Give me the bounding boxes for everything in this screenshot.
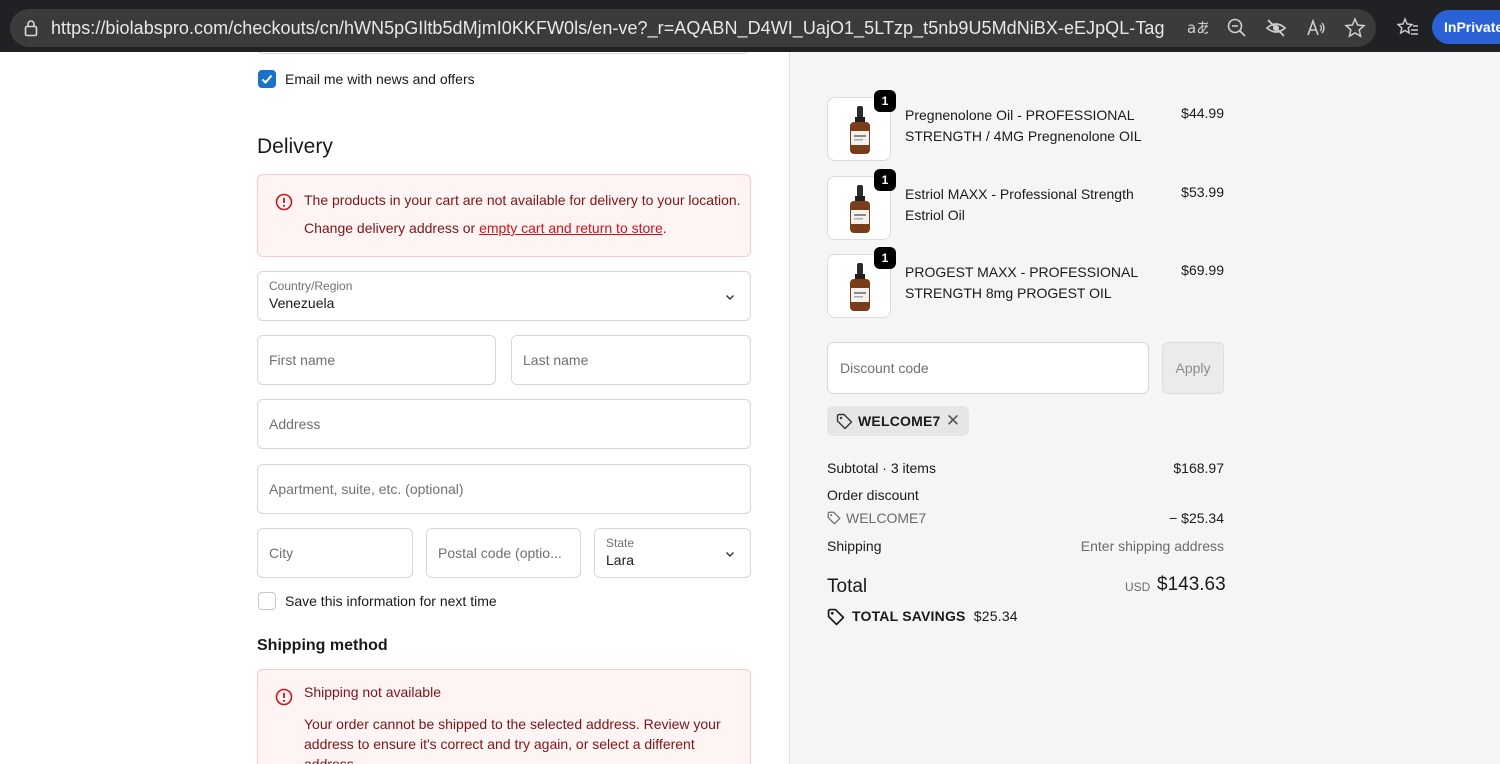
cart-item: 1 Estriol MAXX - Professional Strength Es… <box>827 169 1224 240</box>
total-savings-text: TOTAL SAVINGS $25.34 <box>852 608 1018 624</box>
item-price: $44.99 <box>1181 105 1224 121</box>
tag-icon <box>827 608 845 626</box>
order-discount-label: Order discount <box>827 487 919 503</box>
delivery-alert-suffix: . <box>662 220 667 236</box>
address-bar[interactable]: https://biolabspro.com/checkouts/cn/hWN5… <box>10 9 1376 47</box>
address-field[interactable]: Address <box>257 399 751 449</box>
item-name: PROGEST MAXX - PROFESSIONAL STRENGTH 8mg … <box>905 262 1145 304</box>
order-summary: 1 Pregnenolone Oil - PROFESSIONAL STRENGT… <box>789 52 1500 764</box>
item-name-line1: Estriol MAXX - Professional Strength <box>905 186 1134 202</box>
total-savings-label: TOTAL SAVINGS <box>852 608 966 624</box>
email-field[interactable] <box>257 52 750 54</box>
country-label: Country/Region <box>269 279 353 293</box>
chevron-down-icon <box>726 295 734 300</box>
save-info-label: Save this information for next time <box>285 593 497 609</box>
item-price: $53.99 <box>1181 184 1224 200</box>
total-value: $143.63 <box>1157 574 1226 595</box>
item-name-line2: STRENGTH 8mg PROGEST OIL <box>905 285 1112 301</box>
total-savings-value: $25.34 <box>973 608 1018 624</box>
remove-discount-icon[interactable]: ✕ <box>945 411 961 431</box>
shipping-error-alert: Shipping not available Your order cannot… <box>257 669 751 764</box>
country-select[interactable]: Country/Region Venezuela <box>257 271 751 321</box>
inprivate-button[interactable]: InPrivate <box>1432 10 1500 44</box>
quantity-badge: 1 <box>874 90 896 112</box>
apartment-field[interactable]: Apartment, suite, etc. (optional) <box>257 464 751 514</box>
url-text[interactable]: https://biolabspro.com/checkouts/cn/hWN5… <box>51 18 1165 39</box>
svg-text:aあ: aあ <box>1187 19 1208 37</box>
postal-code-placeholder: Postal code (optio... <box>438 545 562 561</box>
error-icon <box>275 193 293 211</box>
checkmark-icon <box>261 74 273 84</box>
postal-code-field[interactable]: Postal code (optio... <box>426 528 581 578</box>
last-name-placeholder: Last name <box>523 352 589 368</box>
subtotal-value: $168.97 <box>1173 460 1224 476</box>
discount-code-summary: WELCOME7 <box>846 510 927 526</box>
shipping-value: Enter shipping address <box>1080 538 1224 554</box>
first-name-placeholder: First name <box>269 352 336 368</box>
immersive-reader-icon[interactable] <box>1305 17 1327 39</box>
browser-toolbar: https://biolabspro.com/checkouts/cn/hWN5… <box>0 0 1500 52</box>
state-value: Lara <box>606 552 635 568</box>
read-aloud-icon[interactable]: aあ <box>1186 17 1211 39</box>
shipping-label: Shipping <box>827 538 882 554</box>
last-name-field[interactable]: Last name <box>511 335 751 385</box>
item-name-line2: STRENGTH / 4MG Pregnenolone OIL <box>905 128 1142 144</box>
subtotal-label: Subtotal · 3 items <box>827 460 936 476</box>
email-news-label: Email me with news and offers <box>285 71 475 87</box>
shipping-alert-line2: address to ensure it's correct and try a… <box>304 736 695 752</box>
delivery-alert-line1: The products in your cart are not availa… <box>304 192 741 208</box>
apply-discount-button[interactable]: Apply <box>1162 342 1224 394</box>
item-name-line1: PROGEST MAXX - PROFESSIONAL <box>905 264 1139 280</box>
zoom-out-icon[interactable] <box>1226 17 1248 39</box>
address-placeholder: Address <box>269 416 321 432</box>
shipping-method-heading: Shipping method <box>257 637 388 654</box>
item-name: Pregnenolone Oil - PROFESSIONAL STRENGTH … <box>905 105 1145 147</box>
apartment-placeholder: Apartment, suite, etc. (optional) <box>269 481 464 497</box>
favorites-list-icon[interactable] <box>1396 17 1419 39</box>
first-name-field[interactable]: First name <box>257 335 496 385</box>
total-currency: USD <box>1125 580 1151 594</box>
quantity-badge: 1 <box>874 169 896 191</box>
chevron-down-icon <box>726 552 734 557</box>
subtotal-row: Subtotal · 3 items $168.97 <box>827 460 1224 476</box>
country-value: Venezuela <box>269 295 335 311</box>
shipping-alert-line3: address. <box>304 756 358 764</box>
delivery-alert-line2: Change delivery address or empty cart an… <box>304 214 667 242</box>
discount-code-placeholder: Discount code <box>840 360 929 376</box>
quantity-badge: 1 <box>874 247 896 269</box>
tag-icon <box>827 511 841 525</box>
shipping-alert-title: Shipping not available <box>304 684 441 700</box>
city-placeholder: City <box>269 545 294 561</box>
applied-discount-code: WELCOME7 <box>858 413 941 429</box>
city-field[interactable]: City <box>257 528 413 578</box>
item-name: Estriol MAXX - Professional Strength Estr… <box>905 184 1145 226</box>
lock-icon[interactable] <box>24 19 38 37</box>
item-name-line1: Pregnenolone Oil - PROFESSIONAL <box>905 107 1135 123</box>
save-info-checkbox[interactable] <box>258 592 276 610</box>
cart-item: 1 PROGEST MAXX - PROFESSIONAL STRENGTH 8m… <box>827 247 1224 318</box>
order-discount-row: Order discount <box>827 487 1224 503</box>
checkout-form: Email me with news and offers Delivery T… <box>0 52 789 764</box>
delivery-heading: Delivery <box>257 135 333 158</box>
total-label: Total <box>827 576 868 597</box>
empty-cart-link[interactable]: empty cart and return to store <box>479 220 663 236</box>
item-name-line2: Estriol Oil <box>905 207 965 223</box>
discount-value: − $25.34 <box>1169 510 1224 526</box>
tag-icon <box>836 413 853 430</box>
cart-item: 1 Pregnenolone Oil - PROFESSIONAL STRENGT… <box>827 90 1224 161</box>
state-select[interactable]: State Lara <box>594 528 751 578</box>
error-icon <box>275 688 293 706</box>
discount-code-field[interactable]: Discount code <box>827 342 1149 394</box>
shipping-alert-line1: Your order cannot be shipped to the sele… <box>304 716 721 732</box>
state-label: State <box>606 536 635 550</box>
delivery-alert-prefix: Change delivery address or <box>304 220 480 236</box>
delivery-error-alert: The products in your cart are not availa… <box>257 174 751 257</box>
tracking-prevention-icon[interactable] <box>1265 17 1287 39</box>
shipping-row: Shipping Enter shipping address <box>827 538 1224 554</box>
email-news-checkbox[interactable] <box>258 70 276 88</box>
item-price: $69.99 <box>1181 262 1224 278</box>
applied-discount-chip: WELCOME7 ✕ <box>827 406 969 436</box>
favorite-star-icon[interactable] <box>1344 17 1366 39</box>
